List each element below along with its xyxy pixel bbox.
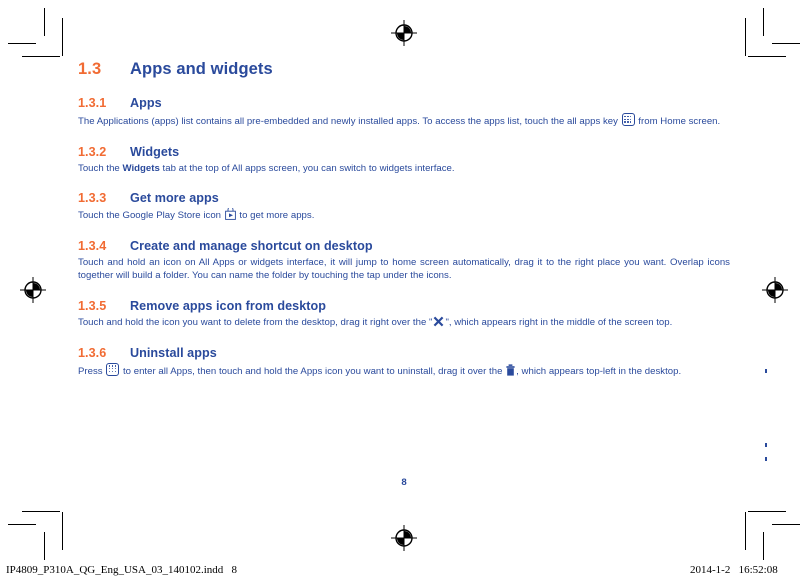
page-title-text: Apps and widgets (130, 60, 273, 78)
crop-mark-top-right-vertical-outer (763, 8, 764, 36)
section-body-remove-apps: Touch and hold the icon you want to dele… (78, 316, 730, 330)
crop-mark-top-left-vertical-outer (44, 8, 45, 36)
registration-mark-left-middle (20, 277, 46, 303)
crop-mark-bottom-left-vertical-inner (62, 512, 63, 550)
section-number: 1.3.1 (78, 96, 107, 110)
crop-mark-top-left-horizontal-inner (22, 56, 60, 57)
section-body-uninstall-apps: Press to enter all Apps, then touch and … (78, 362, 730, 379)
crop-mark-top-left-vertical-inner (62, 18, 63, 56)
section-title: Create and manage shortcut on desktop (130, 238, 373, 253)
crop-mark-top-right-horizontal-inner (748, 56, 786, 57)
registration-mark-right-middle (762, 277, 788, 303)
manual-page-content: 1.3 Apps and widgets 1.3.1 Apps The Applic… (78, 60, 730, 500)
edge-artifact-mark (765, 369, 767, 373)
body-text: Press (78, 365, 106, 377)
registration-mark-top-center (391, 20, 417, 46)
section-title: Get more apps (130, 191, 219, 206)
play-store-icon (224, 206, 236, 221)
crop-mark-bottom-right-vertical-outer (763, 532, 764, 560)
section-title: Remove apps icon from desktop (130, 298, 326, 313)
body-text: Touch and hold the icon you want to dele… (78, 316, 433, 328)
section-number: 1.3.3 (78, 191, 107, 206)
body-text-continued: to get more apps. (236, 210, 315, 222)
remove-cross-icon (433, 316, 444, 327)
crop-mark-top-right-vertical-inner (745, 18, 746, 56)
section-number: 1.3.5 (78, 298, 107, 313)
section-heading-widgets: 1.3.2 Widgets (78, 145, 730, 159)
page-title: 1.3 Apps and widgets (78, 60, 730, 79)
section-title: Uninstall apps (130, 345, 217, 360)
body-text: Touch the Google Play Store icon (78, 210, 224, 222)
body-text-bold: Widgets (122, 162, 160, 174)
section-body-create-shortcut: Touch and hold an icon on All Apps or wi… (78, 256, 730, 282)
page-title-number: 1.3 (78, 60, 102, 78)
crop-mark-bottom-right-horizontal-outer (772, 524, 800, 525)
section-heading-create-shortcut: 1.3.4 Create and manage shortcut on deskt… (78, 239, 730, 253)
all-apps-grid-icon (621, 113, 635, 126)
section-body-apps: The Applications (apps) list contains al… (78, 113, 730, 129)
section-heading-apps: 1.3.1 Apps (78, 96, 730, 110)
page-number: 8 (401, 477, 407, 488)
section-number: 1.3.2 (78, 144, 107, 159)
body-text: The Applications (apps) list contains al… (78, 116, 621, 127)
body-text-continued: tab at the top of All apps screen, you c… (159, 162, 455, 174)
proof-timestamp: 2014-1-2 16:52:08 (690, 564, 778, 576)
trash-bin-icon (506, 363, 515, 376)
crop-mark-bottom-left-horizontal-inner (22, 511, 60, 512)
section-body-widgets: Touch the Widgets tab at the top of All … (78, 162, 730, 176)
section-heading-get-more-apps: 1.3.3 Get more apps (78, 191, 730, 205)
body-text-continued: from Home screen. (635, 116, 721, 127)
registration-mark-bottom-center (391, 525, 417, 551)
crop-mark-bottom-left-vertical-outer (44, 532, 45, 560)
edge-artifact-mark (765, 457, 767, 461)
body-text-middle: to enter all Apps, then touch and hold t… (120, 365, 506, 377)
crop-mark-bottom-right-horizontal-inner (748, 511, 786, 512)
crop-mark-bottom-right-vertical-inner (745, 512, 746, 550)
section-heading-remove-apps: 1.3.5 Remove apps icon from desktop (78, 299, 730, 313)
all-apps-grid-icon (106, 362, 120, 376)
body-text-continued: ", which appears right in the middle of … (445, 316, 673, 328)
proof-filename: IP4809_P310A_QG_Eng_USA_03_140102.indd 8 (6, 564, 238, 576)
crop-mark-top-left-horizontal-outer (8, 43, 36, 44)
section-title: Apps (130, 96, 162, 110)
section-title: Widgets (130, 144, 180, 159)
section-number: 1.3.6 (78, 345, 107, 360)
body-text: Touch the (78, 162, 123, 174)
edge-artifact-mark (765, 443, 767, 447)
section-heading-uninstall-apps: 1.3.6 Uninstall apps (78, 346, 730, 360)
section-body-get-more-apps: Touch the Google Play Store icon to get … (78, 206, 730, 223)
crop-mark-bottom-left-horizontal-outer (8, 524, 36, 525)
body-text-continued: , which appears top-left in the desktop. (516, 365, 682, 377)
section-number: 1.3.4 (78, 238, 107, 253)
crop-mark-top-right-horizontal-outer (772, 43, 800, 44)
